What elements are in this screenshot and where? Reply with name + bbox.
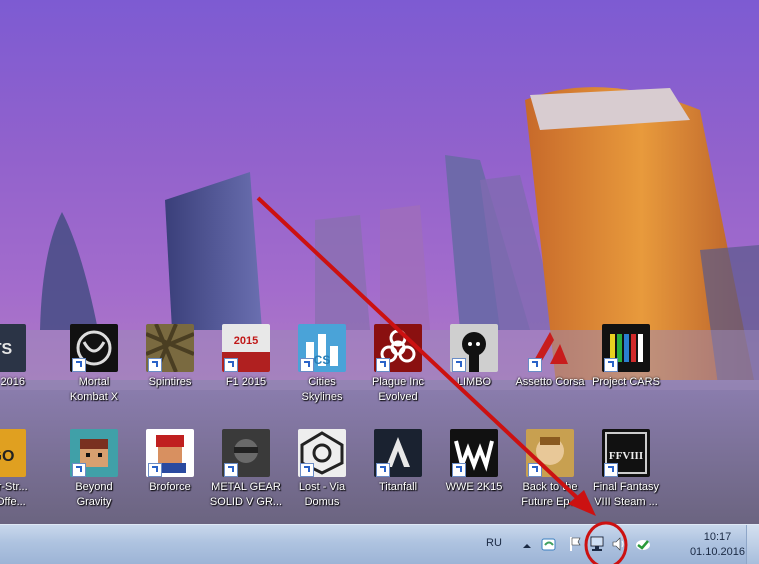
clock-time: 10:17 bbox=[703, 531, 732, 543]
icon-label: WWE 2K15 bbox=[445, 481, 503, 493]
flag-icon[interactable] bbox=[566, 535, 584, 553]
chevron-up-icon[interactable] bbox=[522, 538, 532, 556]
shortcut-arrow-icon bbox=[300, 358, 314, 372]
icon-label: METAL GEAR SOLID V GR... bbox=[209, 481, 283, 508]
language-indicator[interactable]: RU bbox=[486, 537, 502, 555]
train-sim-icon: TS bbox=[0, 324, 26, 372]
shortcut-arrow-icon bbox=[452, 358, 466, 372]
system-tray: RU 10:17 01.10.2016 bbox=[484, 525, 759, 564]
beyond-gravity-icon bbox=[70, 429, 118, 477]
icon-broforce[interactable]: Broforce bbox=[132, 427, 208, 523]
shortcut-arrow-icon bbox=[72, 463, 86, 477]
icon-label: Titanfall bbox=[378, 481, 418, 493]
shortcut-arrow-icon bbox=[528, 358, 542, 372]
assetto-corsa-icon bbox=[526, 324, 574, 372]
icon-label: Project CARS bbox=[592, 376, 660, 388]
icon-label: LIMBO bbox=[456, 376, 492, 388]
shortcut-arrow-icon bbox=[528, 463, 542, 477]
mortal-kombat-icon bbox=[70, 324, 118, 372]
icon-label: Final Fantasy VIII Steam ... bbox=[592, 481, 660, 508]
icon-wwe-2k15[interactable]: WWE 2K15 bbox=[436, 427, 512, 523]
icon-counter-strike-go[interactable]: GO unter-Str... bal Offe... bbox=[0, 427, 40, 523]
icon-lost-via-domus[interactable]: Lost - Via Domus bbox=[284, 427, 360, 523]
icon-project-cars[interactable]: Project CARS bbox=[588, 322, 664, 418]
shortcut-arrow-icon bbox=[224, 463, 238, 477]
sync-icon[interactable] bbox=[634, 535, 652, 553]
clock[interactable]: 10:17 01.10.2016 bbox=[690, 530, 745, 560]
svg-text:FFVIII: FFVIII bbox=[609, 450, 643, 462]
titanfall-icon bbox=[374, 429, 422, 477]
project-cars-icon bbox=[602, 324, 650, 372]
broforce-icon bbox=[146, 429, 194, 477]
limbo-icon bbox=[450, 324, 498, 372]
plague-inc-icon bbox=[374, 324, 422, 372]
svg-text:2015: 2015 bbox=[234, 335, 258, 347]
shortcut-arrow-icon bbox=[300, 463, 314, 477]
icon-label: Assetto Corsa bbox=[515, 376, 585, 388]
icon-label: rain 2016 bbox=[0, 376, 25, 388]
icon-beyond-gravity[interactable]: Beyond Gravity bbox=[56, 427, 132, 523]
metal-gear-icon bbox=[222, 429, 270, 477]
shortcut-arrow-icon bbox=[376, 358, 390, 372]
icon-label: Beyond Gravity bbox=[75, 481, 113, 508]
icon-f1-2015[interactable]: 2015 F1 2015 bbox=[208, 322, 284, 418]
shortcut-arrow-icon bbox=[452, 463, 466, 477]
back-to-the-future-icon bbox=[526, 429, 574, 477]
wwe-2k15-icon bbox=[450, 429, 498, 477]
f1-2015-icon: 2015 bbox=[222, 324, 270, 372]
csgo-icon: GO bbox=[0, 429, 26, 477]
icon-label: Back to the Future Ep... bbox=[521, 481, 579, 508]
icon-limbo[interactable]: LIMBO bbox=[436, 322, 512, 418]
spintires-icon bbox=[146, 324, 194, 372]
shortcut-arrow-icon bbox=[376, 463, 390, 477]
svg-text:GO: GO bbox=[0, 448, 14, 465]
icon-label: Lost - Via Domus bbox=[298, 481, 346, 508]
shortcut-arrow-icon bbox=[148, 463, 162, 477]
shortcut-arrow-icon bbox=[72, 358, 86, 372]
wifi-manager-icon[interactable] bbox=[540, 535, 558, 553]
icon-train-simulator-2016[interactable]: TS rain 2016 bbox=[0, 322, 40, 418]
icon-plague-inc-evolved[interactable]: Plague Inc Evolved bbox=[360, 322, 436, 418]
icon-label: unter-Str... bal Offe... bbox=[0, 481, 28, 508]
icon-cities-skylines[interactable]: CS Cities Skylines bbox=[284, 322, 360, 418]
icon-label: Broforce bbox=[149, 481, 191, 493]
svg-text:CS: CS bbox=[314, 353, 331, 367]
icon-label: Mortal Kombat X bbox=[69, 376, 119, 403]
icon-metal-gear-solid-v[interactable]: METAL GEAR SOLID V GR... bbox=[208, 427, 284, 523]
icon-back-to-the-future[interactable]: Back to the Future Ep... bbox=[512, 427, 588, 523]
show-desktop-button[interactable] bbox=[746, 525, 759, 564]
taskbar: RU 10:17 01.10.2016 bbox=[0, 524, 759, 564]
clock-date: 01.10.2016 bbox=[689, 546, 745, 558]
svg-text:TS: TS bbox=[0, 341, 13, 358]
icon-titanfall[interactable]: Titanfall bbox=[360, 427, 436, 523]
volume-icon[interactable] bbox=[610, 535, 628, 553]
shortcut-arrow-icon bbox=[148, 358, 162, 372]
lost-via-domus-icon bbox=[298, 429, 346, 477]
shortcut-arrow-icon bbox=[604, 463, 618, 477]
final-fantasy-viii-icon: FFVIII bbox=[602, 429, 650, 477]
icon-assetto-corsa[interactable]: Assetto Corsa bbox=[512, 322, 588, 418]
icon-label: Cities Skylines bbox=[301, 376, 343, 403]
icon-label: F1 2015 bbox=[225, 376, 267, 388]
icon-final-fantasy-viii[interactable]: FFVIII Final Fantasy VIII Steam ... bbox=[588, 427, 664, 523]
icon-mortal-kombat-x[interactable]: Mortal Kombat X bbox=[56, 322, 132, 418]
network-icon[interactable] bbox=[588, 535, 606, 553]
desktop: TS rain 2016 Mortal Kombat X Spintires 2015 F… bbox=[0, 0, 759, 524]
icon-label: Spintires bbox=[148, 376, 192, 388]
shortcut-arrow-icon bbox=[604, 358, 618, 372]
icon-spintires[interactable]: Spintires bbox=[132, 322, 208, 418]
shortcut-arrow-icon bbox=[224, 358, 238, 372]
icon-label: Plague Inc Evolved bbox=[372, 376, 424, 403]
cities-skylines-icon: CS bbox=[298, 324, 346, 372]
